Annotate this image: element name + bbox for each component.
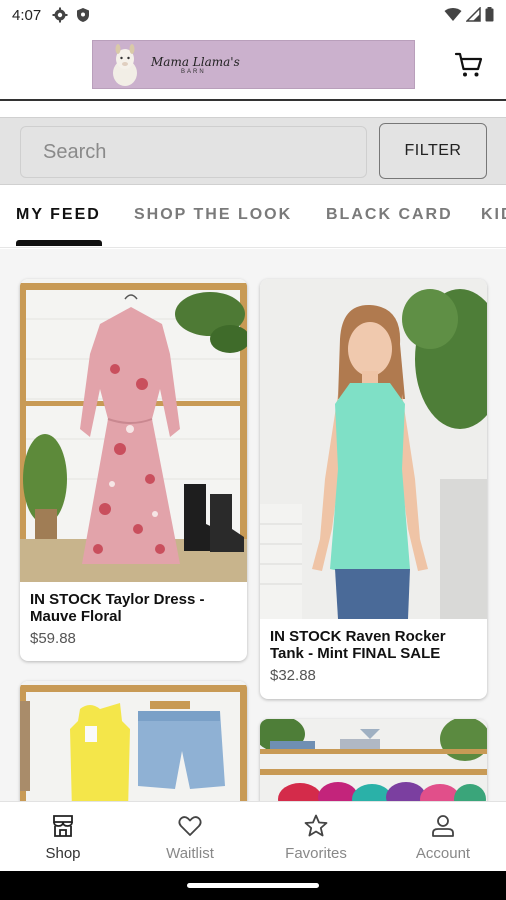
home-gesture-handle[interactable] bbox=[187, 883, 319, 888]
status-time: 4:07 bbox=[12, 7, 42, 24]
status-bar: 4:07 bbox=[0, 0, 506, 30]
person-icon bbox=[432, 815, 454, 837]
product-card[interactable]: IN STOCK Raven Rocker Tank - Mint FINAL … bbox=[260, 279, 487, 699]
tab-my-feed[interactable]: MY FEED bbox=[16, 206, 101, 224]
tank-photo bbox=[260, 279, 487, 619]
store-icon bbox=[53, 815, 73, 837]
heart-icon bbox=[178, 816, 202, 836]
product-title: IN STOCK Raven Rocker Tank - Mint FINAL … bbox=[270, 628, 446, 662]
active-tab-indicator bbox=[16, 240, 102, 246]
product-image[interactable] bbox=[260, 719, 487, 801]
product-card[interactable] bbox=[260, 719, 487, 801]
nav-label: Waitlist bbox=[166, 845, 214, 862]
nav-label: Favorites bbox=[285, 845, 347, 862]
signal-icon bbox=[466, 7, 481, 22]
product-price: $59.88 bbox=[30, 630, 76, 647]
star-icon bbox=[304, 814, 328, 837]
store-logo[interactable]: Mama Llama's BARN bbox=[92, 40, 415, 89]
product-image[interactable] bbox=[20, 681, 247, 801]
filter-button[interactable]: FILTER bbox=[379, 123, 487, 179]
dress-photo bbox=[20, 279, 247, 582]
rack-photo bbox=[260, 719, 487, 801]
nav-label: Account bbox=[415, 845, 471, 862]
cart-icon[interactable] bbox=[454, 50, 484, 80]
shield-icon bbox=[77, 8, 89, 22]
bottom-navigation: Shop Waitlist Favorites Account bbox=[0, 801, 506, 871]
wifi-icon bbox=[444, 8, 462, 21]
nav-shop[interactable]: Shop bbox=[0, 802, 126, 872]
logo-name: Mama Llama's bbox=[151, 54, 240, 69]
app-header: Mama Llama's BARN bbox=[0, 30, 506, 100]
llama-icon bbox=[113, 43, 137, 86]
product-image[interactable] bbox=[260, 279, 487, 619]
product-image[interactable] bbox=[20, 279, 247, 582]
nav-account[interactable]: Account bbox=[380, 802, 506, 872]
search-bar: FILTER bbox=[0, 117, 506, 185]
tab-kids[interactable]: KIDS bbox=[481, 206, 506, 224]
nav-label: Shop bbox=[45, 845, 81, 862]
search-input[interactable] bbox=[20, 126, 367, 178]
product-title: IN STOCK Taylor Dress - Mauve Floral bbox=[30, 591, 205, 625]
logo-subtitle: BARN bbox=[181, 68, 206, 75]
system-navigation-bar bbox=[0, 871, 506, 900]
outfit-photo bbox=[20, 681, 247, 801]
product-price: $32.88 bbox=[270, 667, 316, 684]
category-tabs: MY FEED SHOP THE LOOK BLACK CARD KIDS bbox=[0, 186, 506, 248]
product-feed: IN STOCK Taylor Dress - Mauve Floral $59… bbox=[0, 249, 506, 801]
nav-favorites[interactable]: Favorites bbox=[253, 802, 379, 872]
nav-waitlist[interactable]: Waitlist bbox=[127, 802, 253, 872]
tab-black-card[interactable]: BLACK CARD bbox=[326, 206, 453, 224]
product-card[interactable] bbox=[20, 681, 247, 801]
header-divider bbox=[0, 99, 506, 101]
gear-icon bbox=[52, 7, 68, 23]
battery-icon bbox=[485, 7, 494, 22]
tab-shop-the-look[interactable]: SHOP THE LOOK bbox=[134, 206, 292, 224]
product-card[interactable]: IN STOCK Taylor Dress - Mauve Floral $59… bbox=[20, 279, 247, 661]
